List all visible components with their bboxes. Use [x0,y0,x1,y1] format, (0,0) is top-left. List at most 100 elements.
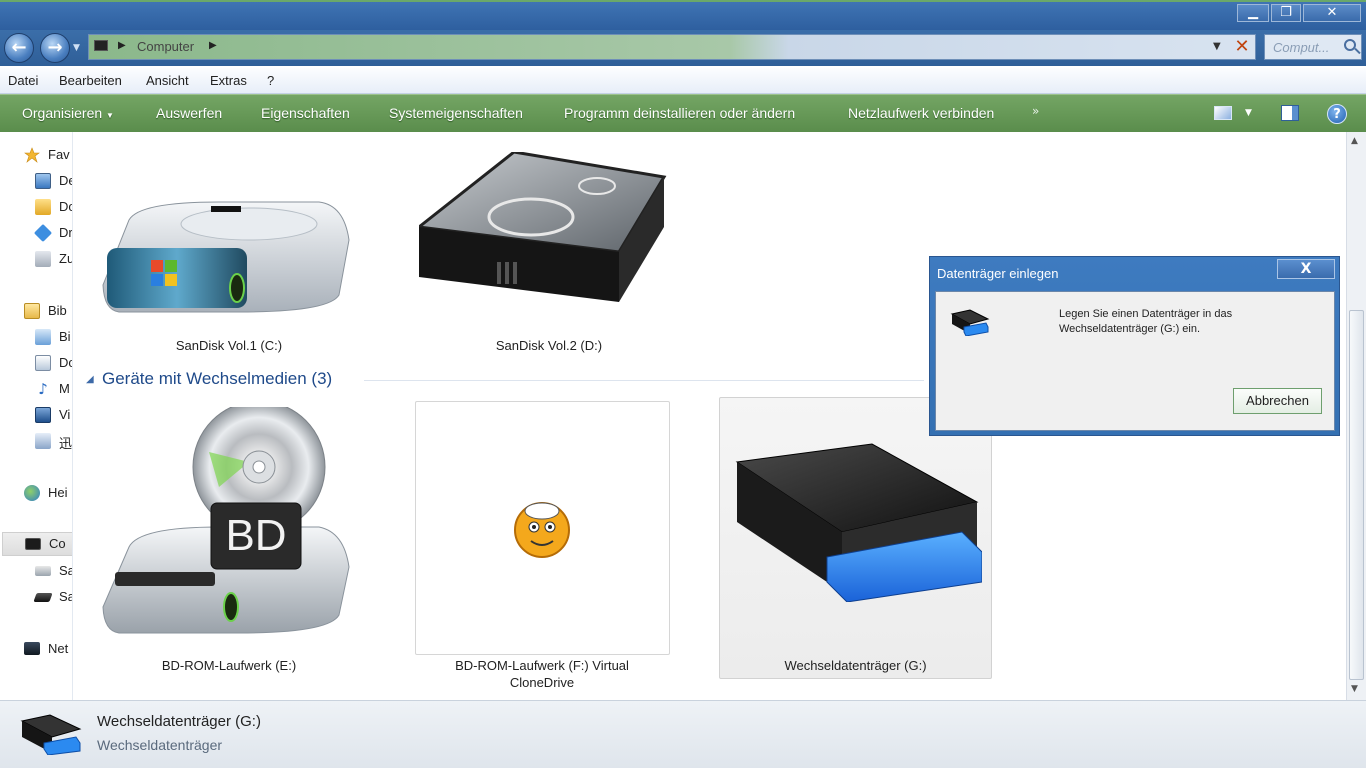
maximize-button[interactable]: ❐ [1271,4,1301,22]
help-icon[interactable]: ? [1327,104,1347,124]
sidebar-item-label: Do [59,199,72,214]
sidebar-item-label: Vi [59,407,71,422]
homegroup-icon [24,485,40,501]
drive-c-label: SanDisk Vol.1 (C:) [175,338,283,353]
system-properties-button[interactable]: Systemeigenschaften [389,105,523,121]
sidebar-item-label: Bib [48,303,67,318]
preview-pane-icon[interactable] [1281,105,1299,121]
removable-drive-icon [950,309,990,336]
drive-g-label: Wechseldatenträger (G:) [784,658,927,673]
sidebar-item-documents[interactable]: Do [0,352,72,374]
sidebar-item-pictures[interactable]: Bi [0,326,72,348]
clonedrive-sheep-icon [514,502,570,558]
menu-view[interactable]: Ansicht [146,73,189,88]
details-type: Wechseldatenträger [97,737,223,753]
network-icon [24,642,40,655]
star-icon [24,147,40,163]
sidebar-item-label: Zu [59,251,73,266]
sidebar-item-homegroup[interactable]: Hei [0,482,72,504]
address-bar[interactable]: ▶ Computer ▶ ▼ ✕ [88,34,1256,60]
group-divider [364,380,924,381]
documents-icon [35,355,51,371]
removable-media-group-header[interactable]: Geräte mit Wechselmedien (3) [102,369,332,389]
dialog-body: Legen Sie einen Datenträger in das Wechs… [935,291,1335,431]
breadcrumb-arrow-icon[interactable]: ▶ [118,40,126,51]
search-input[interactable]: Comput... [1264,34,1362,60]
pictures-icon [35,329,51,345]
map-network-drive-button[interactable]: Netzlaufwerk verbinden [848,105,994,121]
insert-disk-dialog: Datenträger einlegen X Legen Sie einen D… [929,256,1340,436]
breadcrumb-computer[interactable]: Computer [137,39,194,54]
drive-f-label-line1: BD-ROM-Laufwerk (F:) Virtual [455,658,629,673]
sidebar-item-label: Dr [59,225,73,240]
drive-e-label: BD-ROM-Laufwerk (E:) [161,658,297,673]
scroll-down-arrow-icon[interactable]: ▼ [1351,684,1358,694]
libraries-icon [24,303,40,319]
chevron-down-icon: ▼ [106,111,114,120]
minimize-button[interactable]: ▁ [1237,4,1269,22]
sidebar-item-label: Sa [59,563,72,578]
more-commands-button[interactable]: » [1032,104,1039,118]
vertical-scrollbar[interactable]: ▲ ▼ [1346,132,1366,700]
hard-drive-icon [102,201,350,313]
details-pane: Wechseldatenträger (G:) Wechseldatenträg… [0,700,1366,768]
sidebar-item-downloads[interactable]: Do [0,196,72,218]
dialog-close-button[interactable]: X [1277,259,1335,279]
desktop-icon [35,173,51,189]
hard-drive-icon [35,566,51,576]
command-bar: Organisieren ▼ Auswerfen Eigenschaften S… [0,94,1366,132]
videos-icon [35,407,51,423]
collapse-group-icon[interactable]: ◢ [86,374,94,385]
recent-places-icon [35,251,51,267]
forward-button[interactable]: → [40,33,70,63]
sidebar-item-network[interactable]: Net [0,638,72,660]
navigation-bar: ← → ▼ ▶ Computer ▶ ▼ ✕ Comput... [0,30,1366,66]
sidebar-item-recent-places[interactable]: Zu [0,248,73,270]
sidebar-item-label: Hei [48,485,68,500]
sidebar-item-music[interactable]: ♪ M [0,378,72,400]
menu-tools[interactable]: Extras [210,73,247,88]
properties-button[interactable]: Eigenschaften [261,105,350,121]
sidebar-item-desktop[interactable]: De [0,170,72,192]
sidebar-item-videos[interactable]: Vi [0,404,72,426]
removable-drive-icon [20,714,82,755]
search-icon[interactable] [1344,39,1356,51]
navigation-pane: Fav De Do Dr Zu Bib Bi Do ♪ M Vi 迅 H [0,132,73,700]
sidebar-item-libraries[interactable]: Bib [0,300,72,322]
scroll-thumb[interactable] [1349,310,1364,680]
sidebar-item-favorites[interactable]: Fav [0,144,72,166]
menu-file[interactable]: Datei [8,73,38,88]
sidebar-item-drive-d[interactable]: Sa [0,586,72,608]
computer-icon [94,40,108,51]
sidebar-item-label: Fav [48,147,70,162]
sidebar-item-label: Do [59,355,72,370]
close-button[interactable]: ✕ [1303,4,1361,22]
menu-bar: Datei Bearbeiten Ansicht Extras ? [0,68,1366,94]
menu-edit[interactable]: Bearbeiten [59,73,122,88]
back-arrow-icon: ← [11,37,27,58]
sidebar-item-drive-c[interactable]: Sa [0,560,72,582]
scroll-up-arrow-icon[interactable]: ▲ [1351,136,1358,146]
eject-button[interactable]: Auswerfen [156,105,222,121]
hard-drive-icon [33,593,53,602]
sidebar-item-xunlei[interactable]: 迅 [0,430,72,452]
sidebar-item-dropbox[interactable]: Dr [0,222,73,244]
breadcrumb-arrow-icon[interactable]: ▶ [209,40,217,51]
views-icon[interactable] [1214,106,1232,120]
uninstall-program-button[interactable]: Programm deinstallieren oder ändern [564,105,795,121]
computer-icon [25,538,41,550]
downloads-icon [35,199,51,215]
menu-help[interactable]: ? [267,73,274,88]
back-button[interactable]: ← [4,33,34,63]
cancel-button[interactable]: Abbrechen [1233,388,1322,414]
organize-label: Organisieren [22,105,103,121]
recent-pages-dropdown-icon[interactable]: ▼ [73,43,80,53]
title-bar: ▁ ❐ ✕ [0,0,1366,30]
stop-icon[interactable]: ✕ [1231,36,1253,58]
organize-button[interactable]: Organisieren ▼ [22,105,114,121]
sidebar-item-computer[interactable]: Co [2,532,72,556]
address-dropdown-icon[interactable]: ▼ [1213,41,1221,52]
views-dropdown-icon[interactable]: ▼ [1245,108,1252,118]
bd-badge: BD [225,511,287,560]
music-note-icon: ♪ [38,380,48,398]
